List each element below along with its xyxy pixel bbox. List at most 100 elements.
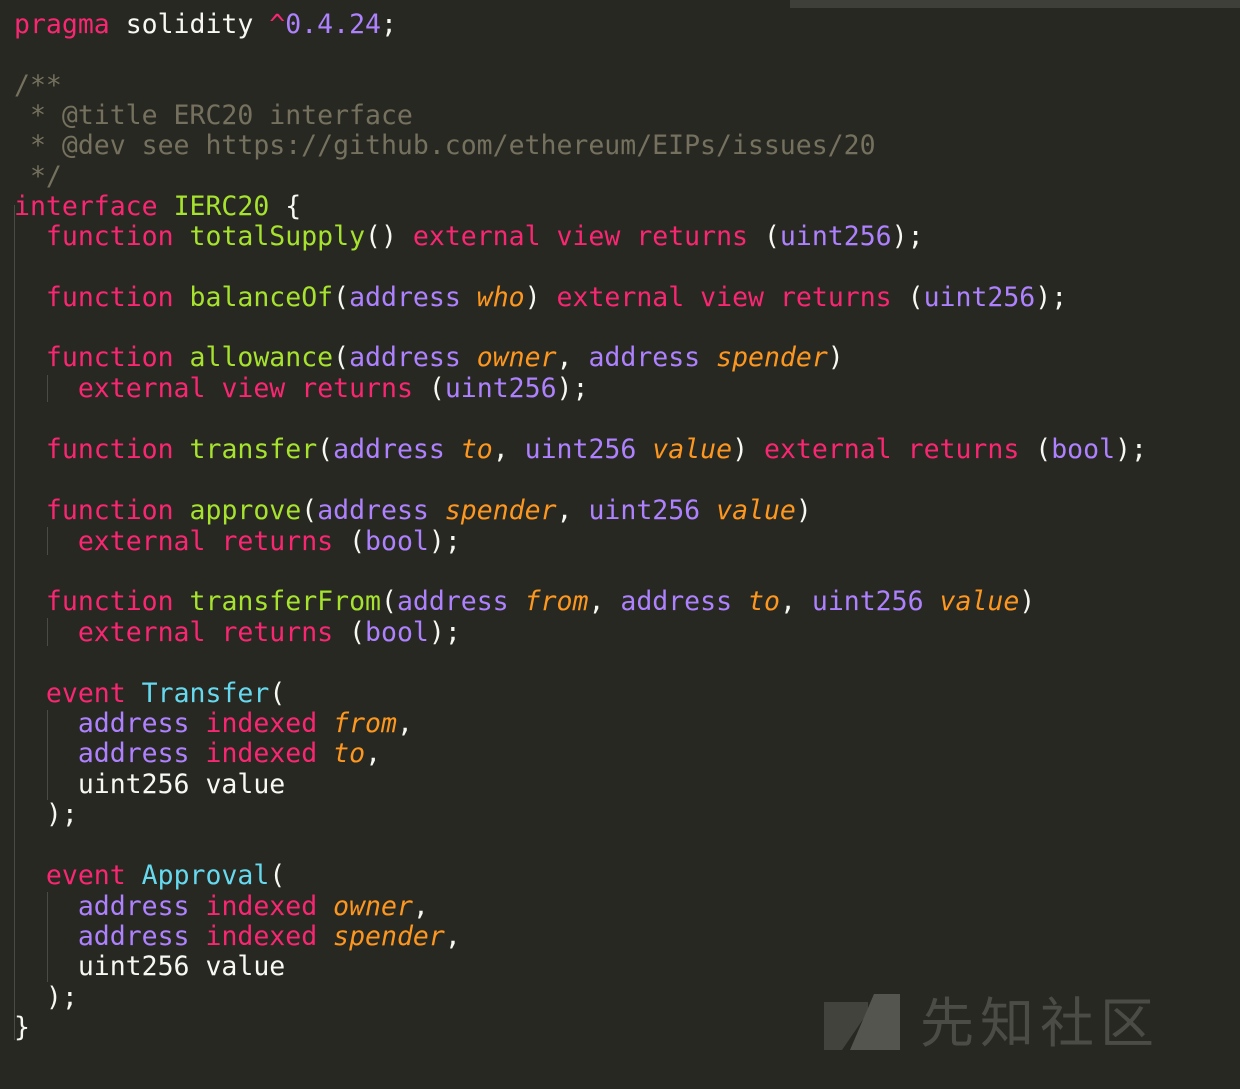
parameter-token: who <box>476 282 525 313</box>
parameter-token: owner <box>476 342 557 373</box>
code-line[interactable]: uint256 value <box>14 770 285 800</box>
plain-token: ( <box>1019 434 1052 465</box>
code-line[interactable]: interface IERC20 { <box>14 192 301 222</box>
type-token: address <box>333 434 445 465</box>
parameter-token: value <box>652 434 733 465</box>
type-token: address <box>317 495 429 526</box>
type-token: uint256 <box>524 434 637 465</box>
type-token: address <box>77 738 190 769</box>
code-line[interactable]: uint256 value <box>14 952 285 982</box>
keyword-token: returns <box>221 526 334 557</box>
code-line[interactable]: function allowance(address owner, addres… <box>14 343 844 373</box>
indent-guide <box>47 618 48 646</box>
plain-token: ( <box>333 617 366 648</box>
code-line[interactable]: address indexed spender, <box>14 922 461 952</box>
code-editor[interactable]: pragma solidity ^0.4.24; /** * @title ERC… <box>0 0 1240 1089</box>
identifier-token: transferFrom <box>189 586 381 617</box>
code-line[interactable]: } <box>14 1013 30 1043</box>
parameter-token: to <box>460 434 493 465</box>
keyword-token: indexed <box>205 891 318 922</box>
parameter-token: from <box>524 586 589 617</box>
keyword-token: indexed <box>205 708 318 739</box>
keyword-token: function <box>45 342 174 373</box>
comment-token: * @dev see https://github.com/ethereum/E… <box>14 130 876 161</box>
code-line[interactable]: ); <box>14 800 78 830</box>
plain-token: ) <box>795 495 812 526</box>
keyword-token: function <box>45 586 174 617</box>
type-token: uint256 <box>923 282 1036 313</box>
code-line[interactable]: */ <box>14 162 62 192</box>
identifier-token: IERC20 <box>173 191 270 222</box>
plain-token: ( <box>891 282 924 313</box>
plain-token: uint256 value <box>14 769 286 800</box>
keyword-token: external <box>77 617 206 648</box>
plain-token: ( <box>748 221 780 252</box>
parameter-token: spender <box>333 921 445 952</box>
keyword-token: view <box>700 282 764 313</box>
parameter-token: spender <box>444 495 557 526</box>
keyword-token: external <box>764 434 892 465</box>
plain-token: ); <box>556 373 589 404</box>
type-token: uint256 <box>444 373 557 404</box>
code-line[interactable]: address indexed from, <box>14 709 413 739</box>
code-line[interactable]: event Transfer( <box>14 679 285 709</box>
code-line[interactable]: address indexed owner, <box>14 892 429 922</box>
type-token: bool <box>1051 434 1116 465</box>
plain-token: { <box>269 191 302 222</box>
plain-token: ( <box>333 282 350 313</box>
type-token: address <box>588 342 701 373</box>
plain-token: solidity <box>109 9 270 40</box>
code-line[interactable]: address indexed to, <box>14 739 381 769</box>
type-token: bool <box>365 617 429 648</box>
code-line[interactable]: function balanceOf(address who) external… <box>14 283 1067 313</box>
parameter-token: to <box>333 738 366 769</box>
code-line[interactable]: * @dev see https://github.com/ethereum/E… <box>14 131 876 161</box>
plain-token: , <box>365 738 382 769</box>
code-line[interactable]: pragma solidity ^0.4.24; <box>14 10 397 40</box>
code-line[interactable]: function transfer(address to, uint256 va… <box>14 435 1147 465</box>
code-line[interactable]: event Approval( <box>14 861 285 891</box>
keyword-token: external <box>77 373 206 404</box>
keyword-token: returns <box>907 434 1020 465</box>
type-token: address <box>77 921 190 952</box>
identifier-token: totalSupply <box>189 221 366 252</box>
plain-token: , <box>396 708 413 739</box>
code-line[interactable]: external returns (bool); <box>14 618 461 648</box>
indent-guide <box>47 892 48 982</box>
code-line[interactable]: function approve(address spender, uint25… <box>14 496 812 526</box>
code-line[interactable]: external view returns (uint256); <box>14 373 589 404</box>
identifier-token: transfer <box>189 434 318 465</box>
code-line[interactable]: /** <box>14 71 62 101</box>
code-line[interactable]: external returns (bool); <box>14 527 461 557</box>
parameter-token: owner <box>333 891 413 922</box>
code-line[interactable]: * @title ERC20 interface <box>14 101 413 131</box>
plain-token: ); <box>14 799 78 830</box>
keyword-token: returns <box>779 282 892 313</box>
comment-token: /** <box>14 70 62 101</box>
plain-token: ) <box>1019 586 1036 617</box>
plain-token: ; <box>380 9 397 40</box>
code-line[interactable]: function totalSupply() external view ret… <box>14 222 924 252</box>
code-line[interactable]: ); <box>14 983 78 1013</box>
type-token: address <box>349 282 461 313</box>
code-line[interactable]: function transferFrom(address from, addr… <box>14 587 1035 617</box>
